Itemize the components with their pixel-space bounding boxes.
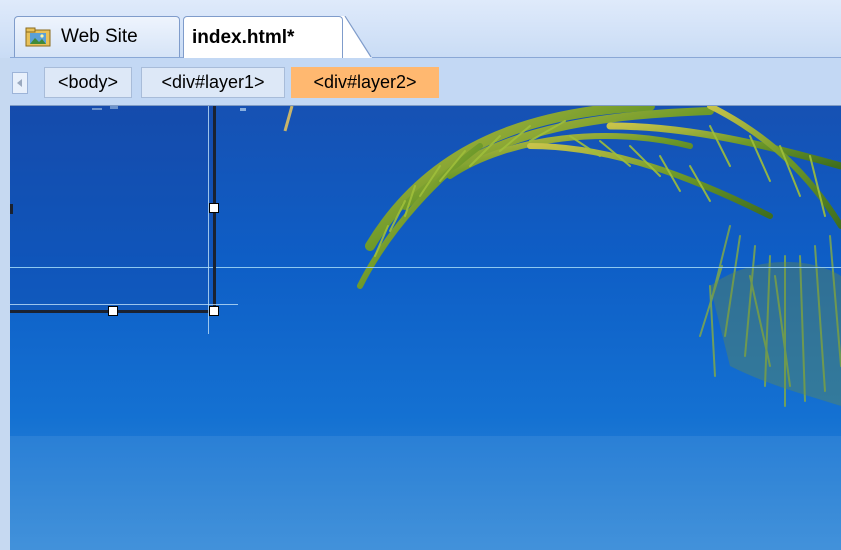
breadcrumb-layer1-label: <div#layer1> bbox=[161, 72, 265, 92]
design-canvas[interactable] bbox=[10, 106, 841, 550]
breadcrumb-layer2[interactable]: <div#layer2> bbox=[291, 67, 439, 98]
breadcrumb-layer2-label: <div#layer2> bbox=[313, 72, 417, 92]
left-margin bbox=[0, 58, 10, 550]
tab-index-html-label: index.html* bbox=[192, 26, 295, 48]
tab-web-site[interactable]: Web Site bbox=[14, 16, 180, 57]
tab-index-html[interactable]: index.html* bbox=[183, 16, 343, 58]
scroll-left-icon bbox=[17, 79, 22, 87]
layer-left-tick bbox=[10, 204, 13, 214]
breadcrumb-layer1[interactable]: <div#layer1> bbox=[141, 67, 285, 98]
resize-handle-bottom[interactable] bbox=[108, 306, 118, 316]
tag-selector-bar: <body> <div#layer1> <div#layer2> bbox=[10, 58, 841, 106]
layer1-region[interactable] bbox=[10, 106, 215, 312]
folder-icon bbox=[25, 27, 51, 47]
breadcrumb-body-label: <body> bbox=[57, 72, 119, 92]
resize-handle-right[interactable] bbox=[209, 203, 219, 213]
tab-web-site-label: Web Site bbox=[61, 26, 138, 47]
scroll-left-button[interactable] bbox=[12, 72, 28, 94]
document-tab-bar: Web Site index.html* bbox=[0, 0, 841, 58]
horizontal-guide-line bbox=[10, 267, 841, 268]
layer-crosshair-horizontal bbox=[10, 304, 238, 305]
resize-handle-corner[interactable] bbox=[209, 306, 219, 316]
breadcrumb-body[interactable]: <body> bbox=[44, 67, 132, 98]
tab-edge bbox=[340, 16, 372, 58]
layer-crosshair-vertical bbox=[208, 106, 209, 334]
editor-window: Web Site index.html* <body> <div#layer1>… bbox=[0, 0, 841, 550]
